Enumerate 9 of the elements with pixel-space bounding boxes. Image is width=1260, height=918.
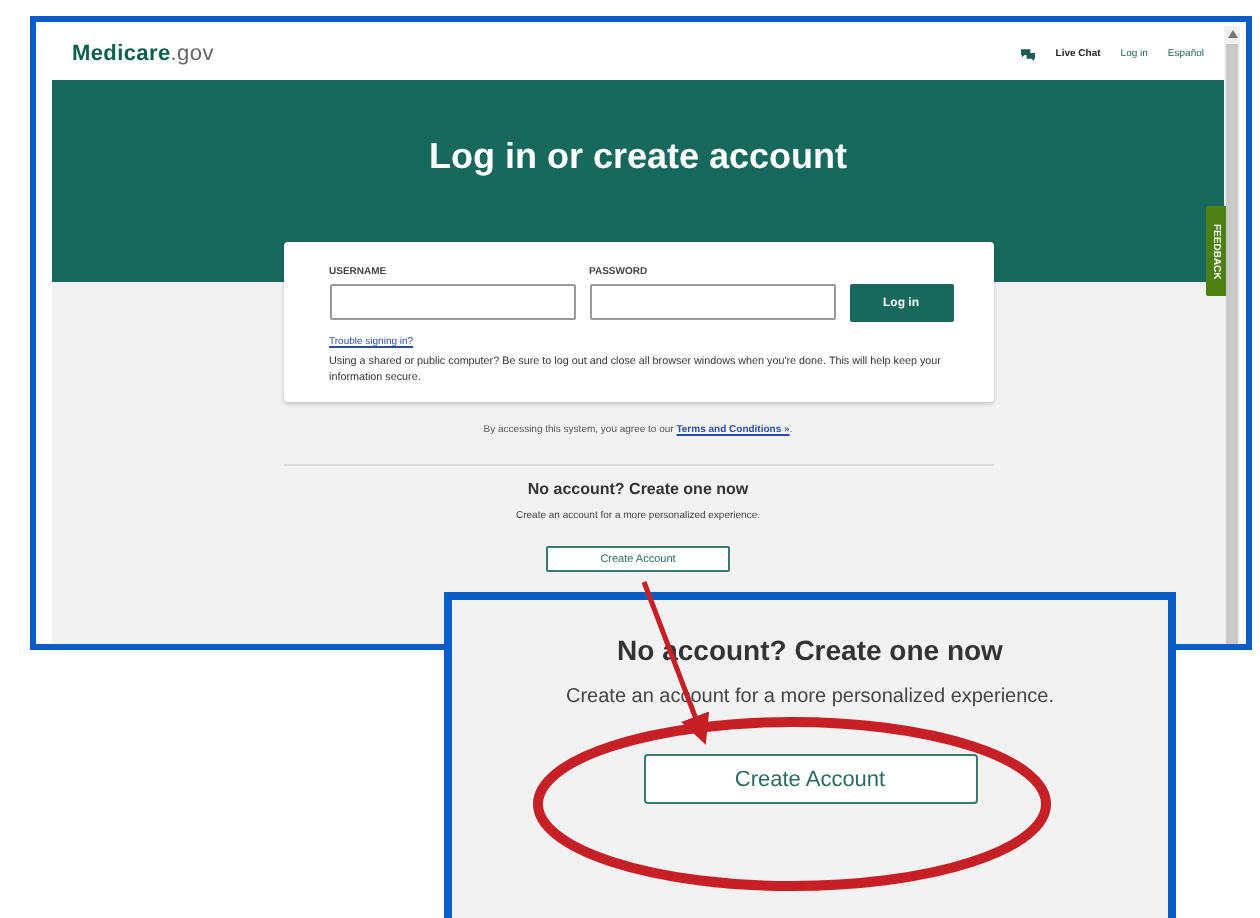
zoomed-create-account-button[interactable]: Create Account xyxy=(643,754,977,804)
scrollbar[interactable] xyxy=(1224,26,1240,644)
scroll-up-icon[interactable] xyxy=(1227,30,1237,38)
chat-icon xyxy=(1019,45,1036,61)
signup-heading: No account? Create one now xyxy=(527,480,749,498)
page-title: Log in or create account xyxy=(428,136,848,178)
username-field[interactable] xyxy=(329,284,575,320)
site-logo[interactable]: Medicare.gov xyxy=(72,41,214,65)
password-field[interactable] xyxy=(589,284,835,320)
